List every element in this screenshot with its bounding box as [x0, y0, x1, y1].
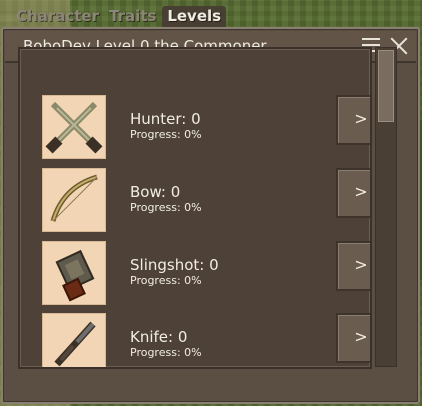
- tab-traits[interactable]: Traits: [105, 6, 162, 28]
- open-hunter-button[interactable]: >: [336, 95, 370, 145]
- tab-levels[interactable]: Levels: [162, 6, 227, 28]
- crossed-swords-icon: [42, 95, 106, 159]
- tab-bar: Character Traits Levels: [12, 6, 227, 28]
- skill-progress: Progress: 0%: [130, 201, 202, 214]
- skill-progress: Progress: 0%: [130, 128, 202, 141]
- scrollbar-thumb[interactable]: [378, 50, 394, 122]
- bow-icon: [42, 168, 106, 232]
- skill-name: Knife: 0: [130, 328, 188, 346]
- skill-name: Slingshot: 0: [130, 256, 219, 274]
- skill-progress: Progress: 0%: [130, 274, 202, 287]
- slingshot-icon: [42, 241, 106, 305]
- open-knife-button[interactable]: >: [336, 313, 370, 363]
- list-item: Bow: 0 Progress: 0% >: [42, 168, 370, 232]
- scrollbar[interactable]: [375, 47, 397, 367]
- skill-name: Hunter: 0: [130, 110, 201, 128]
- list-item: Slingshot: 0 Progress: 0% >: [42, 241, 370, 305]
- knife-icon: [42, 313, 106, 367]
- skill-progress: Progress: 0%: [130, 346, 202, 359]
- skills-list: Hunter: 0 Progress: 0% > Bow: 0 Progress…: [18, 47, 372, 369]
- tab-character[interactable]: Character: [12, 6, 105, 28]
- open-slingshot-button[interactable]: >: [336, 241, 370, 291]
- skill-name: Bow: 0: [130, 183, 181, 201]
- list-item: Hunter: 0 Progress: 0% >: [42, 95, 370, 159]
- list-item: Knife: 0 Progress: 0% >: [42, 313, 370, 367]
- open-bow-button[interactable]: >: [336, 168, 370, 218]
